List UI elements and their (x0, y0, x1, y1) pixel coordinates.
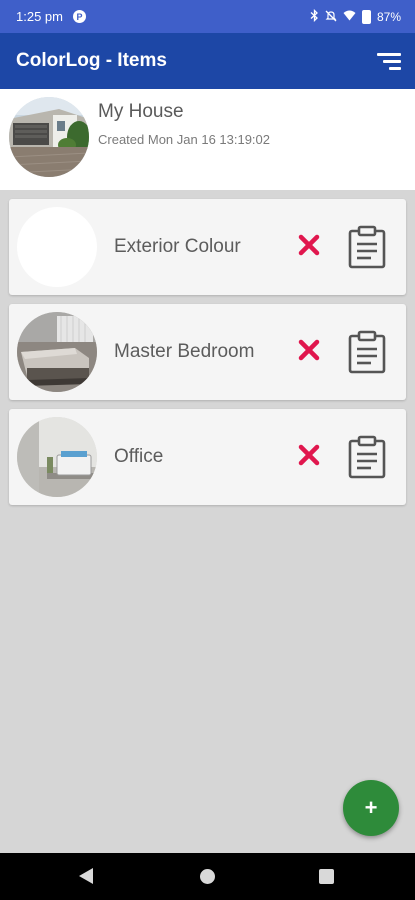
status-indicators: 87% (310, 8, 401, 24)
clipboard-icon (348, 435, 386, 479)
clipboard-button[interactable] (346, 330, 388, 374)
clipboard-button[interactable] (346, 435, 388, 479)
item-thumbnail (17, 312, 97, 392)
item-card[interactable]: Office (9, 409, 406, 505)
delete-button[interactable] (296, 337, 322, 363)
item-name: Exterior Colour (114, 236, 241, 257)
item-card[interactable]: Exterior Colour (9, 199, 406, 295)
item-thumbnail (17, 207, 97, 287)
clipboard-icon (348, 330, 386, 374)
wifi-icon (343, 10, 356, 23)
clipboard-button[interactable] (346, 225, 388, 269)
app-bar: ColorLog - Items (0, 33, 415, 89)
house-name: My House (98, 101, 184, 122)
house-header[interactable]: My House Created Mon Jan 16 13:19:02 (0, 89, 415, 190)
recents-icon[interactable] (319, 869, 334, 884)
sort-icon (377, 52, 401, 56)
close-icon (298, 444, 320, 466)
close-icon (298, 234, 320, 256)
page-title: ColorLog - Items (16, 50, 167, 71)
back-icon[interactable] (78, 867, 94, 890)
item-name: Master Bedroom (114, 341, 255, 362)
add-item-button[interactable]: + (343, 780, 399, 836)
home-icon[interactable] (200, 869, 215, 884)
item-name: Office (114, 446, 164, 467)
house-photo (9, 97, 89, 177)
delete-button[interactable] (296, 232, 322, 258)
battery-level: 87% (376, 9, 401, 24)
status-time: 1:25 pm (16, 9, 63, 24)
item-thumbnail (17, 417, 97, 497)
mute-icon (325, 10, 337, 24)
house-created-date: Created Mon Jan 16 13:19:02 (98, 132, 271, 147)
app-notification-icon: P (72, 10, 86, 23)
delete-button[interactable] (296, 442, 322, 468)
battery-icon (361, 9, 371, 24)
bluetooth-icon (310, 8, 319, 24)
close-icon (298, 339, 320, 361)
clipboard-icon (348, 225, 386, 269)
status-bar: 1:25 pm P 87% (0, 0, 415, 33)
sort-button[interactable] (369, 45, 401, 77)
navigation-bar (0, 853, 415, 900)
item-card[interactable]: Master Bedroom (9, 304, 406, 400)
